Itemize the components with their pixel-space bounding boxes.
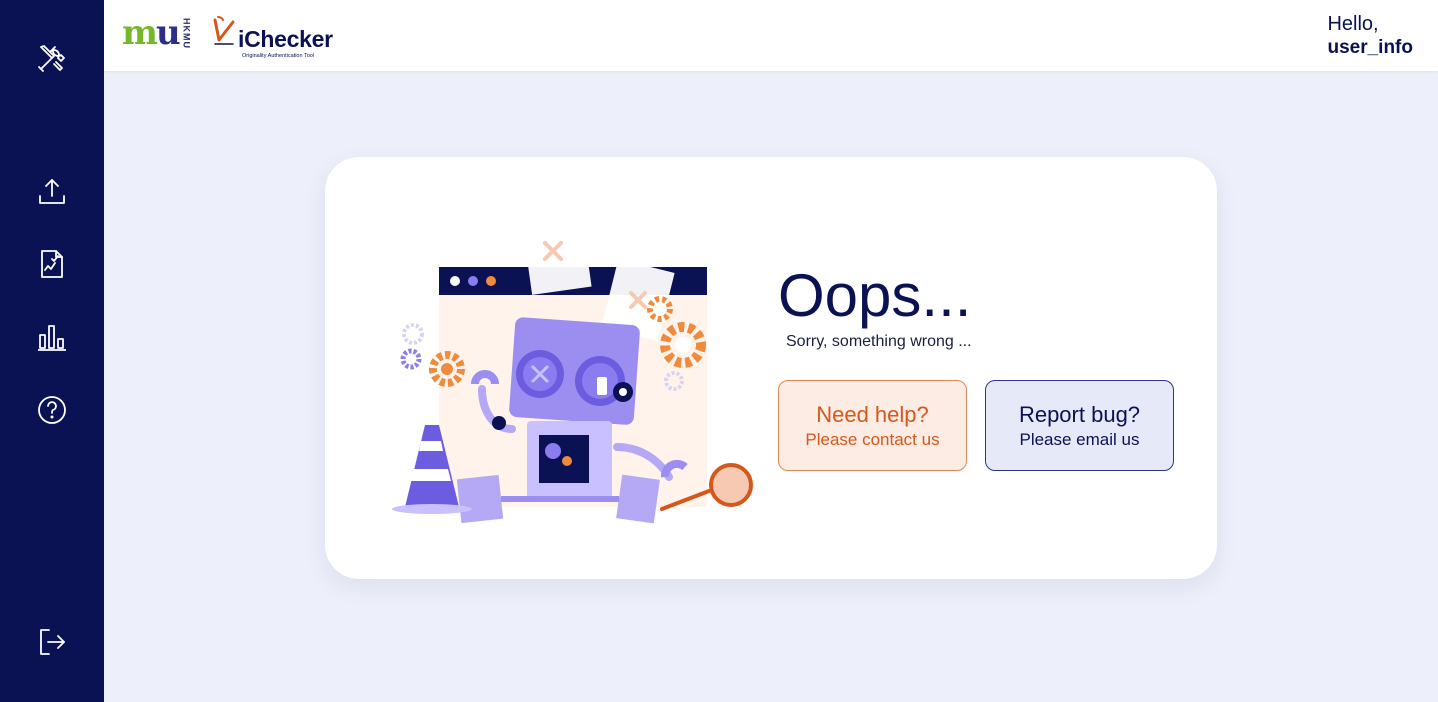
report-bug-title: Report bug?	[1018, 401, 1141, 427]
error-card: Oops... Sorry, something wrong ... Need …	[325, 157, 1217, 579]
statistics-button[interactable]	[34, 319, 70, 355]
bar-chart-icon	[38, 325, 66, 351]
ichecker-logo-name: iChecker	[238, 26, 333, 52]
error-title: Oops...	[778, 262, 972, 329]
logout-icon	[40, 629, 65, 655]
ichecker-logo-tagline: Originality Authentication Tool	[242, 53, 315, 59]
report-bug-subtitle: Please email us	[1019, 429, 1140, 449]
ichecker-logo[interactable]: iChecker Originality Authentication Tool	[212, 14, 333, 59]
need-help-button[interactable]: Need help? Please contact us	[778, 380, 967, 471]
hkmu-logo-mark: mu	[122, 13, 181, 53]
help-button[interactable]	[34, 392, 70, 428]
greeting-text: Hello,	[1327, 13, 1379, 35]
hkmu-logo-text: HKMU	[181, 17, 192, 49]
document-check-icon	[41, 250, 63, 278]
broken-robot-illustration	[392, 217, 753, 524]
tools-icon	[38, 45, 65, 72]
tools-button[interactable]	[34, 40, 70, 76]
hkmu-logo[interactable]: mu HKMU	[122, 16, 192, 50]
logout-button[interactable]	[34, 624, 70, 660]
error-message: Sorry, something wrong ...	[786, 333, 972, 350]
top-bar: mu HKMU iChecker Originality Authenticat…	[104, 0, 1438, 71]
username[interactable]: user_info	[1327, 36, 1413, 60]
help-circle-icon	[38, 396, 66, 424]
ichecker-logo-icon	[213, 16, 235, 45]
user-greeting: Hello, user_info	[1327, 12, 1413, 60]
sidebar	[0, 0, 104, 702]
need-help-subtitle: Please contact us	[805, 429, 940, 449]
upload-icon	[39, 179, 65, 204]
need-help-title: Need help?	[816, 401, 929, 427]
reports-button[interactable]	[34, 246, 70, 282]
upload-button[interactable]	[34, 174, 70, 210]
report-bug-button[interactable]: Report bug? Please email us	[985, 380, 1174, 471]
